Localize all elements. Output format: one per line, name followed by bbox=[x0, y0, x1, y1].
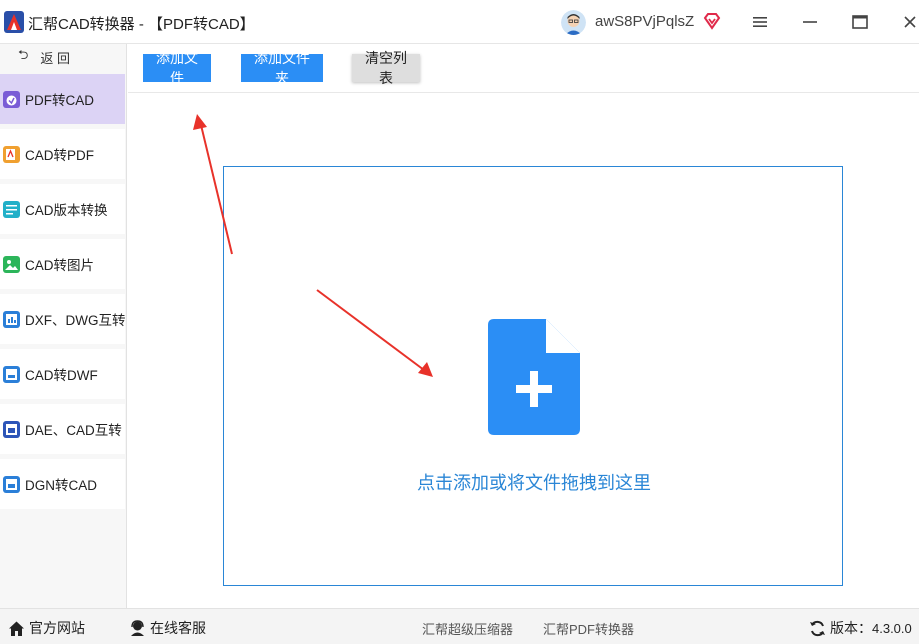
sidebar-item-cad-version[interactable]: CAD版本转换 bbox=[0, 184, 125, 234]
avatar-icon[interactable] bbox=[561, 10, 586, 35]
sidebar-item-label: CAD转PDF bbox=[25, 148, 95, 163]
version-label: 版本： bbox=[830, 620, 872, 636]
menu-button[interactable] bbox=[748, 10, 772, 34]
sidebar-item-label: DXF、DWG互转 bbox=[25, 313, 126, 328]
add-folder-button[interactable]: 添加文件夹 bbox=[241, 50, 323, 86]
minimize-icon bbox=[803, 21, 817, 23]
dae-cad-icon bbox=[3, 420, 20, 438]
menu-icon bbox=[753, 17, 767, 27]
drop-hint-text: 点击添加或将文件拖拽到这里 bbox=[417, 473, 651, 493]
official-site-label: 官方网站 bbox=[29, 620, 85, 636]
app-logo-icon bbox=[4, 11, 24, 33]
back-label: 返 回 bbox=[40, 50, 71, 66]
version-value: 4.3.0.0 bbox=[872, 620, 912, 636]
vip-diamond-icon[interactable] bbox=[703, 12, 721, 30]
sidebar-item-dxf-dwg[interactable]: DXF、DWG互转 bbox=[0, 294, 126, 344]
online-service-label: 在线客服 bbox=[150, 620, 206, 636]
dxf-dwg-icon bbox=[3, 310, 20, 328]
headset-icon bbox=[131, 619, 144, 636]
sidebar-item-pdf-to-cad[interactable]: PDF转CAD bbox=[0, 74, 125, 124]
sidebar-item-cad-to-image[interactable]: CAD转图片 bbox=[0, 239, 125, 289]
pdf-converter-link[interactable]: 汇帮PDF转换器 bbox=[543, 619, 634, 638]
compressor-link[interactable]: 汇帮超级压缩器 bbox=[422, 619, 513, 638]
annotation-arrow-up-head bbox=[193, 114, 207, 130]
official-site-link[interactable]: 官方网站 bbox=[8, 618, 85, 638]
sidebar-item-label: CAD版本转换 bbox=[25, 203, 108, 218]
toolbar: 添加文件 添加文件夹 清空列表 bbox=[128, 44, 919, 93]
add-file-button[interactable]: 添加文件 bbox=[143, 50, 211, 86]
version-info[interactable]: 版本： 4.3.0.0 bbox=[809, 618, 912, 638]
maximize-button[interactable] bbox=[848, 10, 872, 34]
sidebar-item-label: CAD转DWF bbox=[25, 368, 98, 383]
cad-to-image-icon bbox=[3, 255, 20, 273]
pdf-to-cad-icon bbox=[3, 90, 20, 108]
home-icon bbox=[9, 621, 24, 636]
minimize-button[interactable] bbox=[798, 10, 822, 34]
sidebar-item-cad-to-pdf[interactable]: CAD转PDF bbox=[0, 129, 125, 179]
maximize-icon bbox=[852, 15, 868, 29]
cad-version-icon bbox=[3, 200, 20, 218]
dgn-to-cad-icon bbox=[3, 475, 20, 493]
file-plus-icon[interactable] bbox=[488, 319, 580, 435]
sidebar-item-cad-to-dwf[interactable]: CAD转DWF bbox=[0, 349, 125, 399]
title-bar: 汇帮CAD转换器 - 【PDF转CAD】 awS8PVjPqlsZ bbox=[0, 0, 919, 44]
online-service-link[interactable]: 在线客服 bbox=[129, 618, 206, 638]
sidebar-item-label: PDF转CAD bbox=[25, 93, 95, 108]
close-icon bbox=[904, 16, 916, 28]
cad-to-pdf-icon bbox=[3, 145, 20, 163]
back-button[interactable]: ⮌ 返 回 bbox=[0, 44, 127, 70]
cad-to-dwf-icon bbox=[3, 365, 20, 383]
refresh-icon bbox=[810, 620, 825, 636]
sidebar-item-label: DGN转CAD bbox=[25, 478, 98, 493]
sidebar-item-dae-cad[interactable]: DAE、CAD互转 bbox=[0, 404, 125, 454]
close-button[interactable] bbox=[898, 10, 919, 34]
sidebar-item-label: CAD转图片 bbox=[25, 258, 95, 273]
sidebar: ⮌ 返 回 PDF转CAD CAD转PDF CAD版本转换 CAD转图片 DXF… bbox=[0, 44, 127, 608]
back-arrow-icon: ⮌ bbox=[18, 47, 29, 62]
window-title: 汇帮CAD转换器 - 【PDF转CAD】 bbox=[28, 16, 255, 33]
clear-list-button[interactable]: 清空列表 bbox=[352, 50, 420, 86]
sidebar-item-dgn-to-cad[interactable]: DGN转CAD bbox=[0, 459, 125, 509]
sidebar-item-label: DAE、CAD互转 bbox=[25, 423, 122, 438]
file-drop-zone[interactable]: 点击添加或将文件拖拽到这里 bbox=[223, 166, 843, 586]
username-label[interactable]: awS8PVjPqlsZ bbox=[595, 13, 694, 30]
status-bar: 官方网站 在线客服 汇帮超级压缩器 汇帮PDF转换器 版本： 4.3.0.0 bbox=[0, 608, 919, 644]
